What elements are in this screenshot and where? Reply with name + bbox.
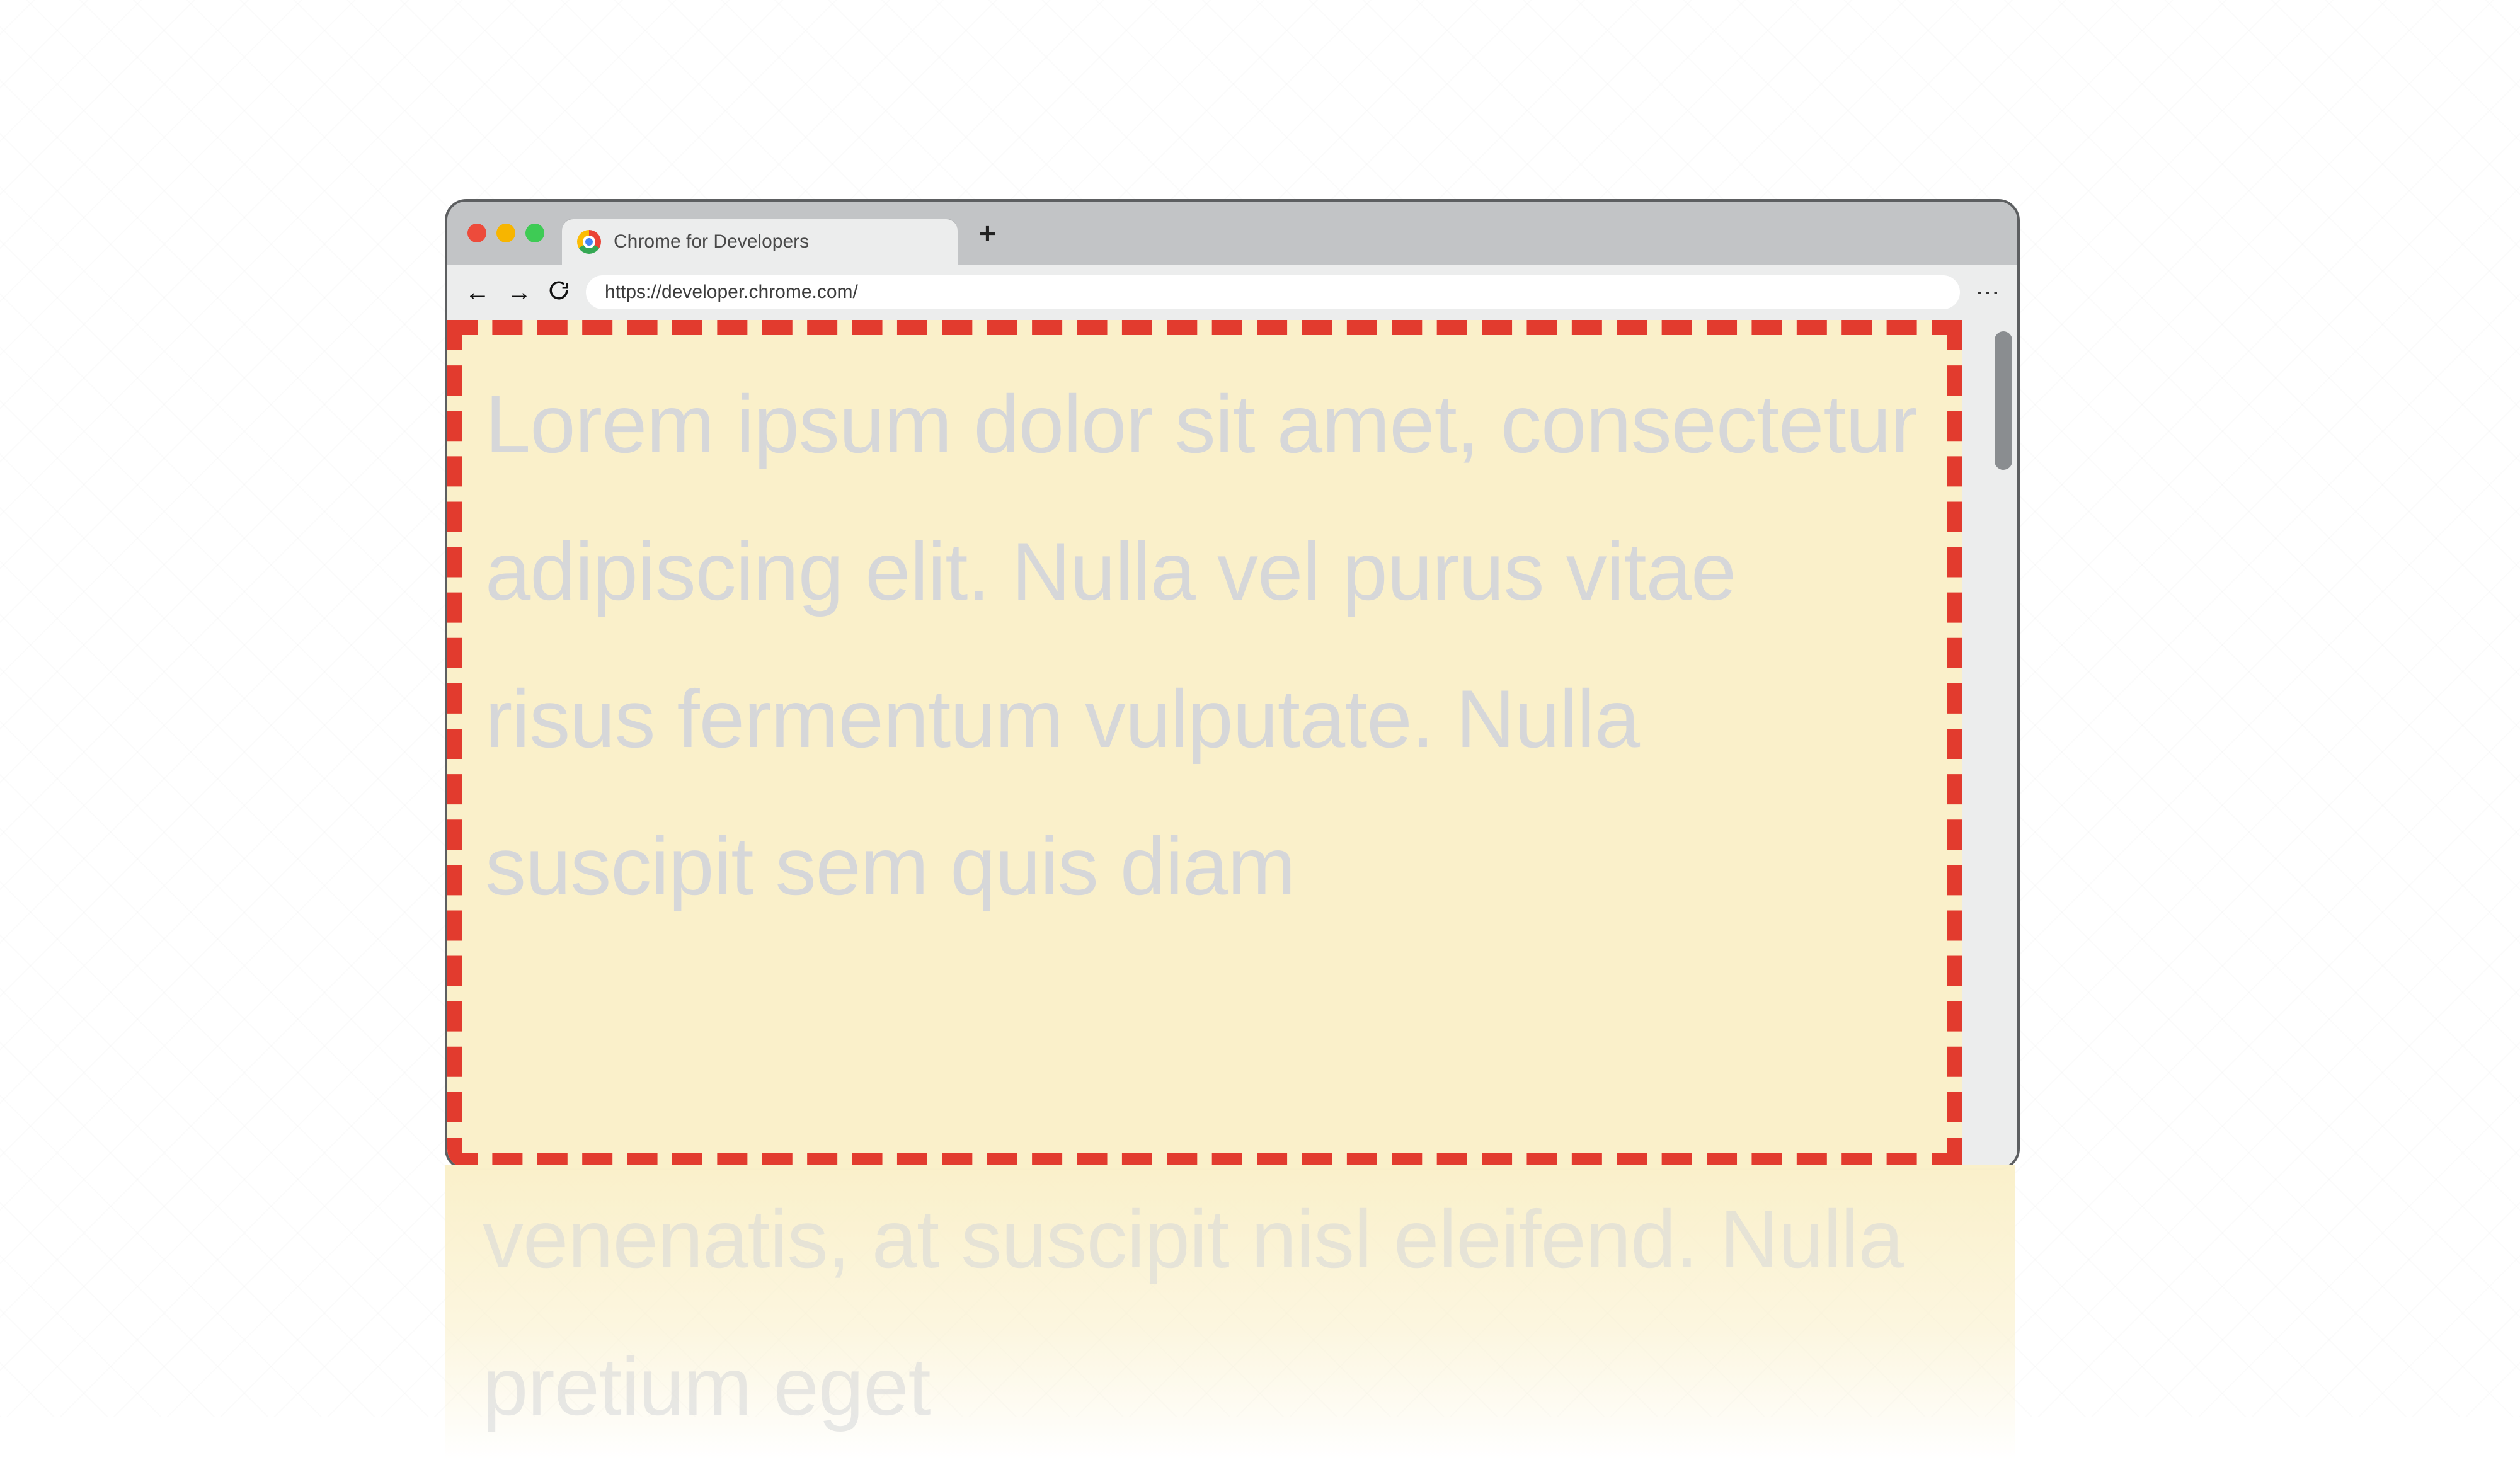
browser-tab[interactable]: Chrome for Developers — [562, 219, 958, 265]
maximize-window-button[interactable] — [525, 224, 544, 242]
browser-window: Chrome for Developers + ← → https://deve… — [445, 199, 2020, 1170]
back-button[interactable]: ← — [465, 280, 490, 305]
reload-button[interactable] — [548, 280, 570, 305]
chrome-logo-icon — [577, 230, 601, 254]
new-tab-button[interactable]: + — [979, 216, 996, 250]
scrollbar[interactable] — [1990, 320, 2017, 1168]
minimize-window-button[interactable] — [496, 224, 515, 242]
overflow-body-text: venenatis, at suscipit nisl eleifend. Nu… — [483, 1165, 1964, 1460]
forward-button[interactable]: → — [507, 280, 532, 305]
close-window-button[interactable] — [467, 224, 486, 242]
address-bar[interactable]: https://developer.chrome.com/ — [586, 275, 1960, 309]
scrollbar-thumb[interactable] — [1995, 331, 2012, 470]
browser-menu-button[interactable]: ⋮ — [1974, 281, 2002, 304]
overflow-content: venenatis, at suscipit nisl eleifend. Nu… — [445, 1165, 2015, 1460]
browser-viewport: Lorem ipsum dolor sit amet, consectetur … — [447, 320, 2017, 1168]
window-controls — [467, 224, 544, 242]
browser-toolbar: ← → https://developer.chrome.com/ ⋮ — [447, 265, 2017, 320]
reload-icon — [548, 280, 570, 301]
highlighted-viewport-region: Lorem ipsum dolor sit amet, consectetur … — [447, 320, 1962, 1168]
browser-titlebar: Chrome for Developers + — [447, 202, 2017, 265]
page-container: Lorem ipsum dolor sit amet, consectetur … — [447, 320, 1962, 1168]
tab-title: Chrome for Developers — [614, 231, 809, 253]
address-bar-url: https://developer.chrome.com/ — [605, 282, 858, 303]
page-body-text: Lorem ipsum dolor sit amet, consectetur … — [485, 350, 1924, 940]
